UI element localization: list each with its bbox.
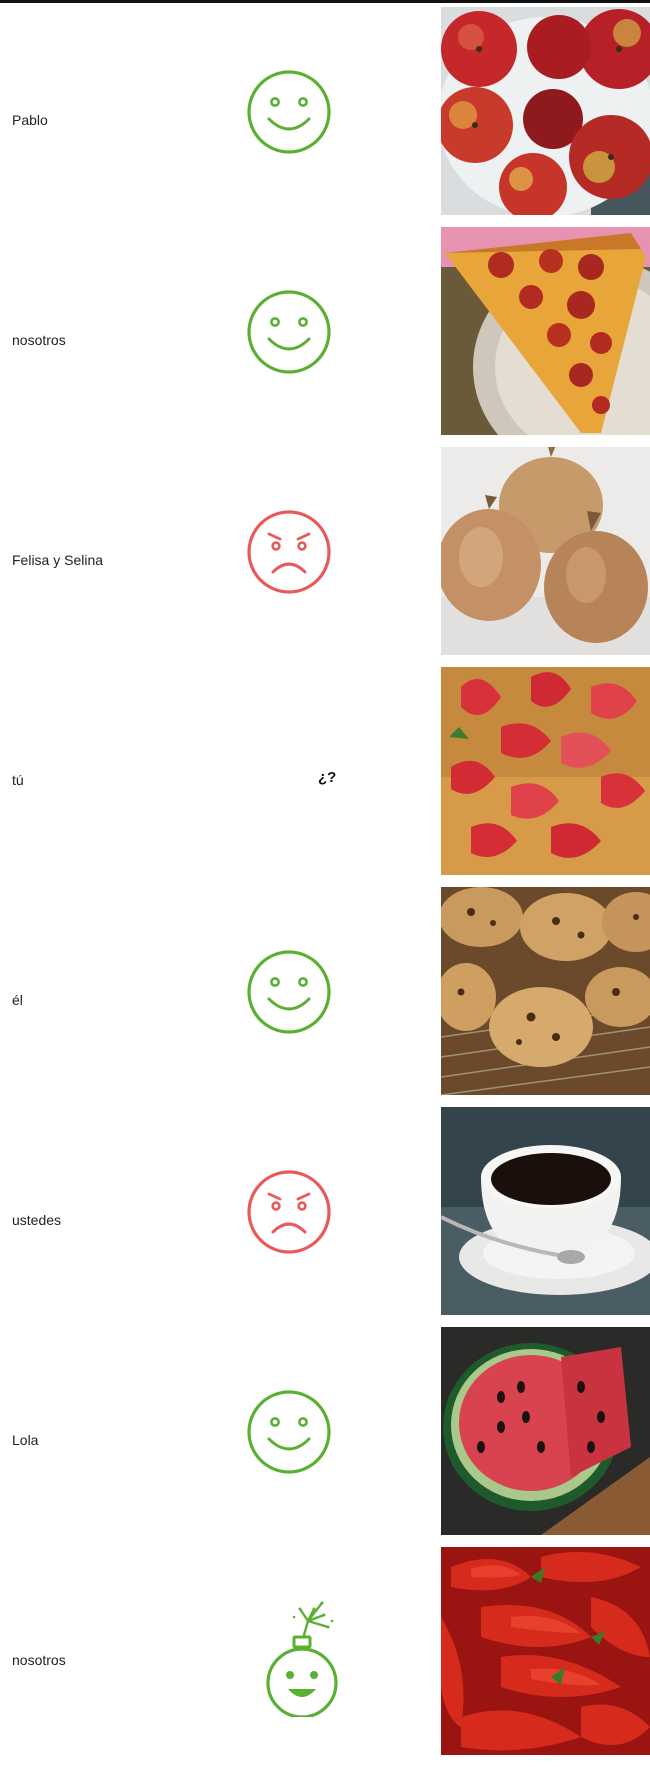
chili-peppers-photo — [441, 1547, 650, 1755]
list-item: Pablo — [0, 7, 650, 227]
list-item: tú ¿? — [0, 667, 650, 887]
pizza-photo — [441, 227, 650, 435]
list-item: él — [0, 887, 650, 1107]
question-mark: ¿? — [318, 769, 337, 786]
subject-label: nosotros — [12, 1652, 66, 1668]
list-item: ustedes — [0, 1107, 650, 1327]
list-item: nosotros — [0, 1547, 650, 1767]
list-item: Lola — [0, 1327, 650, 1547]
subject-label: Lola — [12, 1432, 39, 1448]
subject-label: tú — [12, 772, 24, 788]
subject-label: nosotros — [12, 332, 66, 348]
subject-label: Pablo — [12, 112, 48, 128]
exercise-rows: Pablo nosotros Felisa y Selina tú ¿? él … — [0, 7, 650, 1767]
list-item: Felisa y Selina — [0, 447, 650, 667]
happy-face-icon — [246, 949, 332, 1035]
angry-face-icon — [246, 509, 332, 595]
cookies-photo — [441, 887, 650, 1095]
happy-face-icon — [246, 289, 332, 375]
subject-label: él — [12, 992, 23, 1008]
onions-photo — [441, 447, 650, 655]
list-item: nosotros — [0, 227, 650, 447]
strawberries-photo — [441, 667, 650, 875]
happy-face-icon — [246, 69, 332, 155]
apples-photo — [441, 7, 650, 215]
watermelon-photo — [441, 1327, 650, 1535]
subject-label: Felisa y Selina — [12, 552, 104, 568]
angry-face-icon — [246, 1169, 332, 1255]
happy-face-icon — [246, 1389, 332, 1475]
bomb-face-icon — [266, 1599, 350, 1717]
coffee-photo — [441, 1107, 650, 1315]
subject-label: ustedes — [12, 1212, 62, 1228]
top-divider — [0, 0, 650, 3]
